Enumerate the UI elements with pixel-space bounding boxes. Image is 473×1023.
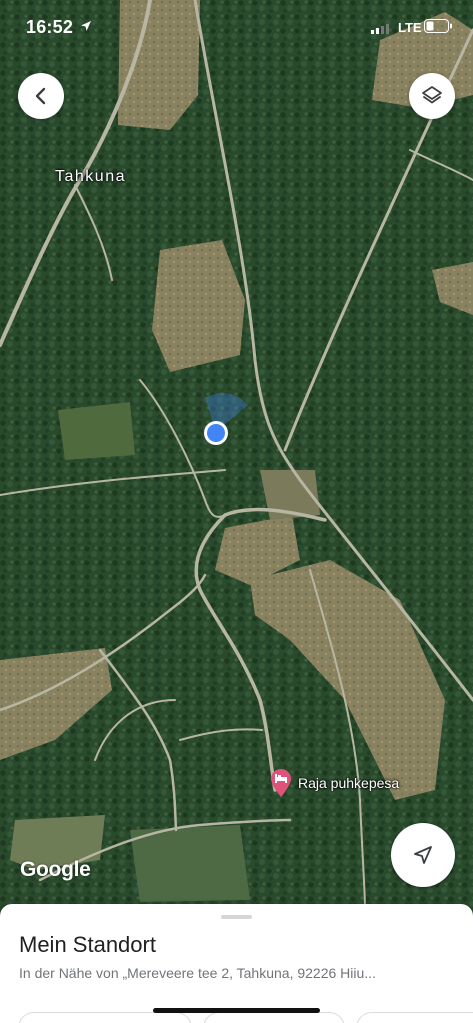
location-bottom-sheet[interactable]: Mein Standort In der Nähe von „Mereveere…: [0, 904, 473, 1023]
sheet-address: In der Nähe von „Mereveere tee 2, Tahkun…: [19, 965, 376, 981]
sheet-title: Mein Standort: [19, 932, 156, 957]
battery-icon: [424, 19, 452, 33]
google-attribution: Google: [20, 858, 91, 881]
sheet-drag-handle[interactable]: [221, 915, 252, 919]
status-bar: 16:52 LTE: [0, 0, 473, 56]
back-button[interactable]: [18, 73, 64, 119]
status-time: 16:52: [26, 17, 74, 37]
navigation-button[interactable]: [391, 823, 455, 887]
navigation-arrow-icon: [414, 846, 432, 864]
location-arrow-icon: [81, 21, 91, 31]
signal-icon: [371, 24, 389, 34]
poi-label: Raja puhkepesa: [298, 775, 400, 791]
layers-icon: [422, 86, 442, 104]
action-chip[interactable]: [356, 1012, 473, 1023]
layers-button[interactable]: [409, 73, 455, 119]
action-chip[interactable]: [203, 1012, 345, 1023]
bed-icon: [271, 769, 291, 797]
current-location-dot-core: [207, 424, 225, 442]
back-arrow-icon: [35, 87, 46, 105]
poi-raja-puhkepesa[interactable]: Raja puhkepesa: [270, 768, 399, 798]
place-label-tahkuna[interactable]: Tahkuna: [55, 168, 126, 186]
home-indicator[interactable]: [153, 1008, 320, 1013]
action-chip[interactable]: [18, 1012, 192, 1023]
network-type: LTE: [398, 20, 422, 35]
